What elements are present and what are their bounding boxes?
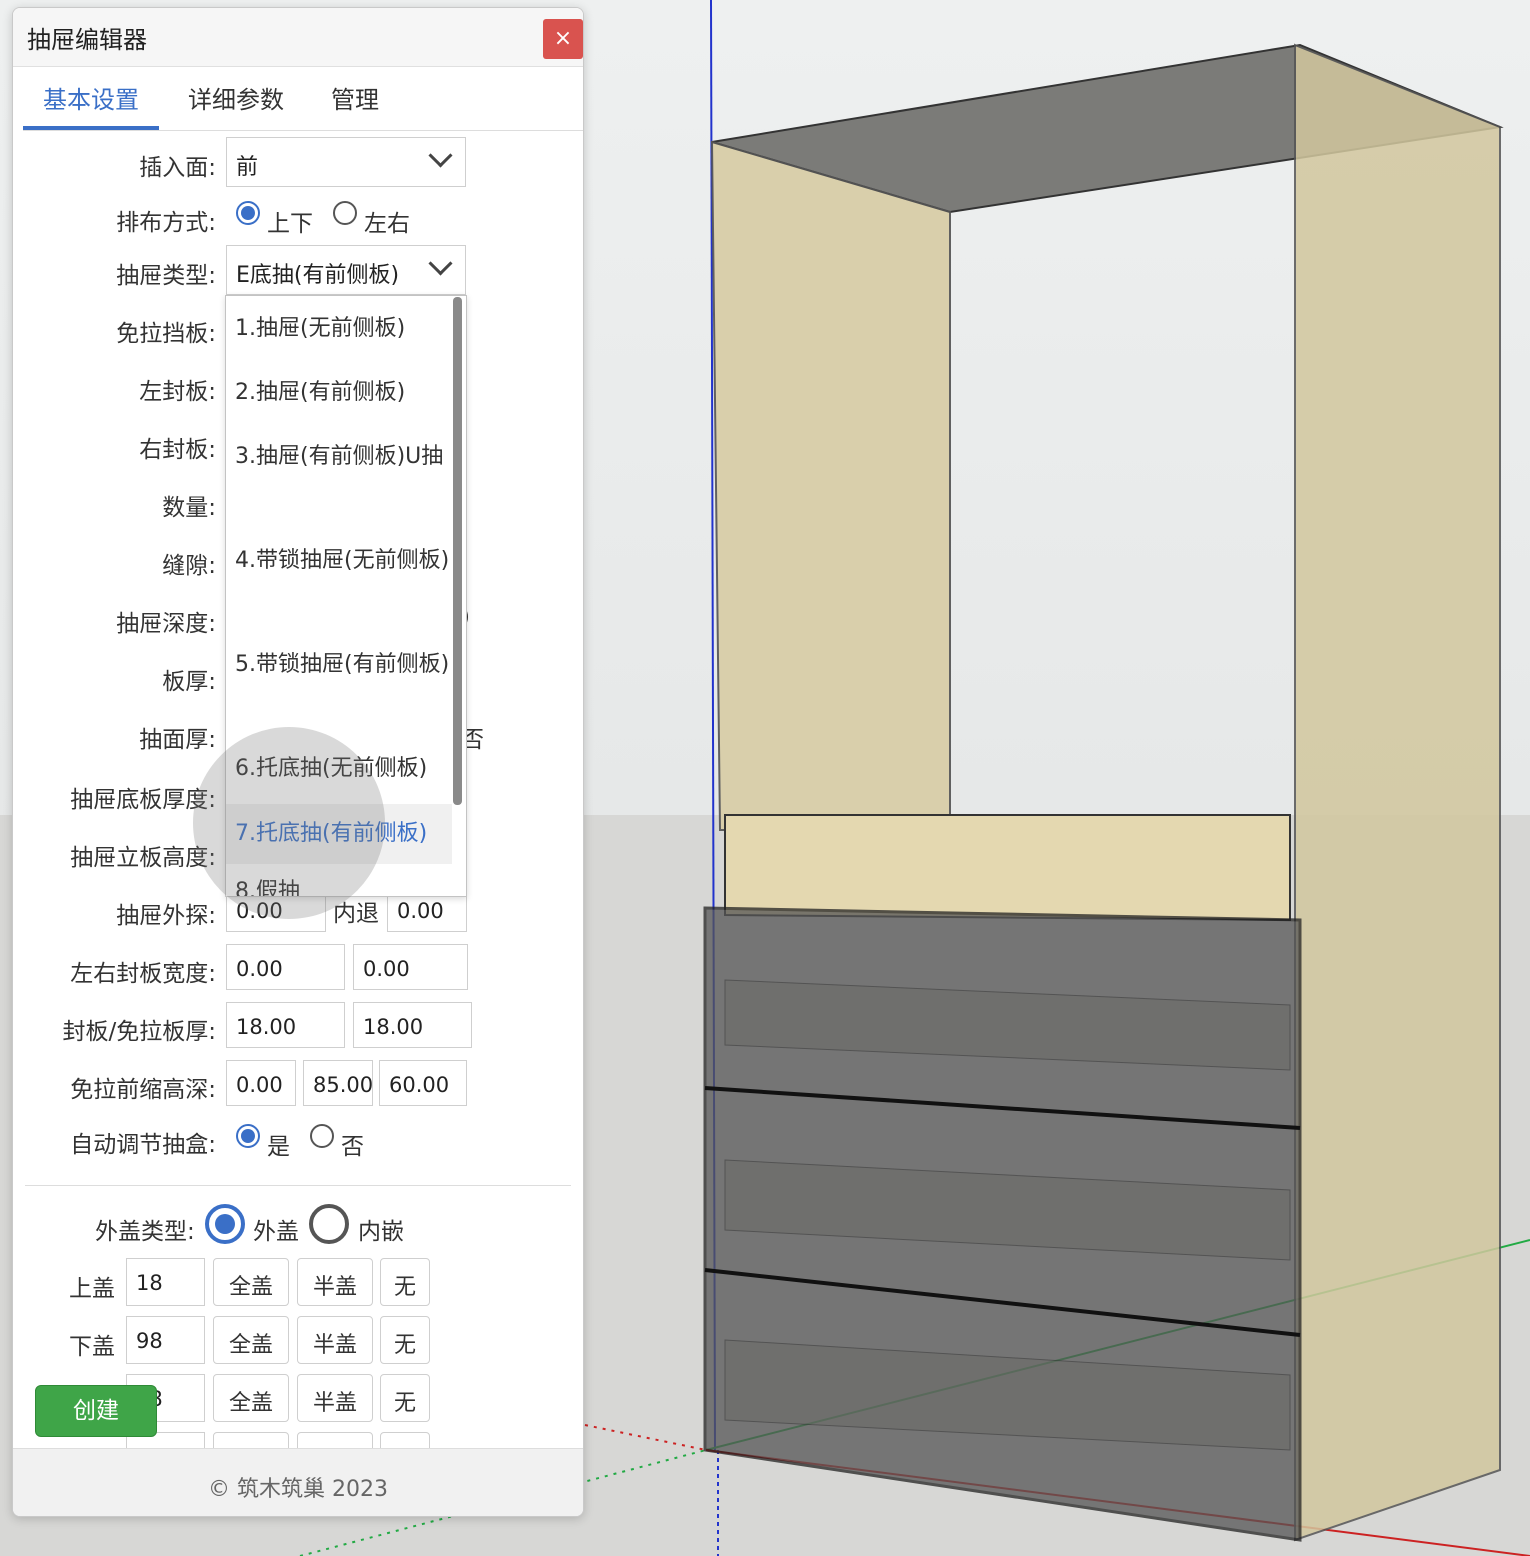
dropdown-option[interactable]: 4.带锁抽屉(无前侧板) [226,541,452,581]
seal-thickness-label: 封板/免拉板厚: [62,1019,217,1045]
dialog-title: 抽屉编辑器 [27,26,147,54]
free-pull-board-label: 免拉挡板: [116,321,216,347]
shrink-height-input[interactable]: 85.00 [303,1060,373,1106]
board-thickness-label: 板厚: [162,669,216,695]
top-cover-input[interactable]: 18 [126,1258,205,1306]
layout-radio-horizontal[interactable] [333,201,357,225]
dropdown-option[interactable]: 5.带锁抽屉(有前侧板) [226,645,452,685]
drawer-depth-label: 抽屉深度: [116,611,216,637]
tab-basic-settings[interactable]: 基本设置 [43,80,139,130]
cover-radio-outer[interactable] [205,1204,245,1244]
shrink-front-input[interactable]: 0.00 [226,1060,296,1106]
quantity-label: 数量: [162,495,216,521]
gap-label: 缝隙: [162,553,216,579]
lr-seal-width-label: 左右封板宽度: [70,961,216,987]
cover-inner: 内嵌 [358,1219,404,1245]
top-no-cover-button[interactable]: 无 [380,1258,430,1306]
cover-row-label: 下盖 [69,1334,115,1360]
drawer-type-select[interactable]: E底抽(有前侧板) [226,245,466,295]
free-pull-thickness-input[interactable]: 18.00 [353,1002,472,1048]
cover-outer: 外盖 [253,1219,299,1245]
seal-thickness-input[interactable]: 18.00 [226,1002,345,1048]
bottom-thickness-label: 抽屉底板厚度: [70,787,216,813]
outward-label: 抽屉外探: [116,903,216,929]
dropdown-option[interactable]: 3.抽屉(有前侧板)U抽 [226,437,452,477]
cabinet-left-panel [710,140,951,831]
riser-height-label: 抽屉立板高度: [70,845,216,871]
shrink-depth-input[interactable]: 60.00 [379,1060,467,1106]
drawer-type-value: E底抽(有前侧板) [236,263,400,288]
auto-adjust-label: 自动调节抽盒: [70,1132,216,1158]
layout-option-vertical: 上下 [267,211,313,237]
top-full-cover-button[interactable]: 全盖 [213,1258,289,1306]
footer: © 筑木筑巢 2023 [13,1448,583,1516]
bottom-no-cover-button[interactable]: 无 [380,1316,430,1364]
layout-label: 排布方式: [116,210,216,236]
dropdown-scrollbar[interactable] [453,297,462,805]
dropdown-option[interactable]: 2.抽屉(有前侧板) [226,373,452,413]
dropdown-option[interactable]: 1.抽屉(无前侧板) [226,309,452,349]
top-rail [724,814,1291,922]
third-full-cover-button[interactable]: 全盖 [213,1374,289,1422]
cabinet-right-panel [1294,43,1501,1542]
auto-adjust-radio-yes[interactable] [236,1124,260,1148]
close-button[interactable]: × [543,19,583,59]
tab-detail-params[interactable]: 详细参数 [188,80,284,130]
insert-face-label: 插入面: [139,155,216,181]
auto-adjust-yes: 是 [267,1134,290,1160]
insert-face-select[interactable]: 前 [226,137,466,187]
tab-manage[interactable]: 管理 [331,80,379,130]
cover-type-label: 外盖类型: [95,1219,195,1245]
layout-radio-vertical[interactable] [236,201,260,225]
left-seal-width-input[interactable]: 0.00 [226,944,345,990]
red-axis-dashed [584,1424,707,1451]
tab-bar: 基本设置 详细参数 管理 [23,66,583,131]
face-thickness-label: 抽面厚: [139,727,216,753]
insert-face-value: 前 [236,155,259,180]
third-half-cover-button[interactable]: 半盖 [297,1374,373,1422]
section-divider [25,1185,571,1186]
layout-option-horizontal: 左右 [364,211,410,237]
copyright-text: © 筑木筑巢 2023 [208,1477,388,1502]
active-tab-indicator [23,126,159,130]
bottom-cover-input[interactable]: 98 [126,1316,205,1364]
left-seal-label: 左封板: [139,379,216,405]
third-no-cover-button[interactable]: 无 [380,1374,430,1422]
auto-adjust-no: 否 [341,1134,364,1160]
free-pull-shrink-label: 免拉前缩高深: [70,1077,216,1103]
cover-radio-inner[interactable] [309,1204,349,1244]
right-seal-width-input[interactable]: 0.00 [353,944,468,990]
drawer-type-label: 抽屉类型: [116,263,216,289]
create-button[interactable]: 创建 [35,1385,157,1437]
auto-adjust-radio-no[interactable] [310,1124,334,1148]
touch-cursor-indicator [193,727,385,919]
top-half-cover-button[interactable]: 半盖 [297,1258,373,1306]
chevron-down-icon [428,251,453,276]
chevron-down-icon [428,143,453,168]
bottom-full-cover-button[interactable]: 全盖 [213,1316,289,1364]
cover-row-label: 上盖 [69,1276,115,1302]
titlebar[interactable]: 抽屉编辑器 × [13,8,583,67]
right-seal-label: 右封板: [139,437,216,463]
bottom-half-cover-button[interactable]: 半盖 [297,1316,373,1364]
